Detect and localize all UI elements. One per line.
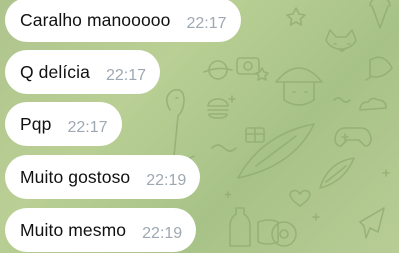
dino-doodle-icon bbox=[166, 88, 195, 160]
bottle-doodle-icon bbox=[229, 207, 251, 247]
message-time: 22:17 bbox=[186, 15, 227, 32]
message-bubble[interactable]: Q delícia 22:17 bbox=[5, 50, 161, 94]
message-time: 22:17 bbox=[67, 119, 108, 136]
message-bubble[interactable]: Pqp 22:17 bbox=[5, 102, 122, 146]
message-time: 22:17 bbox=[105, 67, 147, 84]
cup-doodle-icon bbox=[257, 219, 279, 245]
message-text: Caralho manooooo bbox=[20, 9, 171, 30]
star-doodle-icon bbox=[286, 7, 306, 26]
surfboard-doodle-icon bbox=[237, 123, 315, 179]
message-text: Pqp bbox=[20, 113, 52, 134]
message-text: Muito gostoso bbox=[20, 166, 131, 187]
message-text: Q delícia bbox=[20, 61, 90, 82]
message-bubble[interactable]: Muito gostoso 22:19 bbox=[5, 155, 201, 199]
leaf-doodle-icon bbox=[319, 157, 355, 189]
cloud-doodle-icon bbox=[359, 97, 387, 111]
controller-doodle-icon bbox=[334, 127, 372, 147]
message-text: Muito mesmo bbox=[20, 219, 127, 240]
mushroom-doodle-icon bbox=[275, 67, 323, 106]
cat-doodle-icon bbox=[325, 29, 357, 52]
message-bubble[interactable]: Caralho manooooo 22:17 bbox=[5, 0, 241, 42]
small-star-doodle-icon bbox=[255, 67, 269, 81]
message-time: 22:19 bbox=[146, 172, 187, 189]
camera-doodle-icon bbox=[236, 57, 260, 75]
heart-doodle-icon bbox=[289, 189, 311, 207]
message-bubble[interactable]: Muito mesmo 22:19 bbox=[5, 208, 197, 252]
ice-cream-doodle-icon bbox=[369, 0, 391, 29]
message-time: 22:19 bbox=[142, 225, 183, 242]
burger-doodle-icon bbox=[207, 98, 229, 119]
ship-doodle-icon bbox=[359, 207, 385, 239]
rocket-doodle-icon bbox=[365, 56, 393, 81]
